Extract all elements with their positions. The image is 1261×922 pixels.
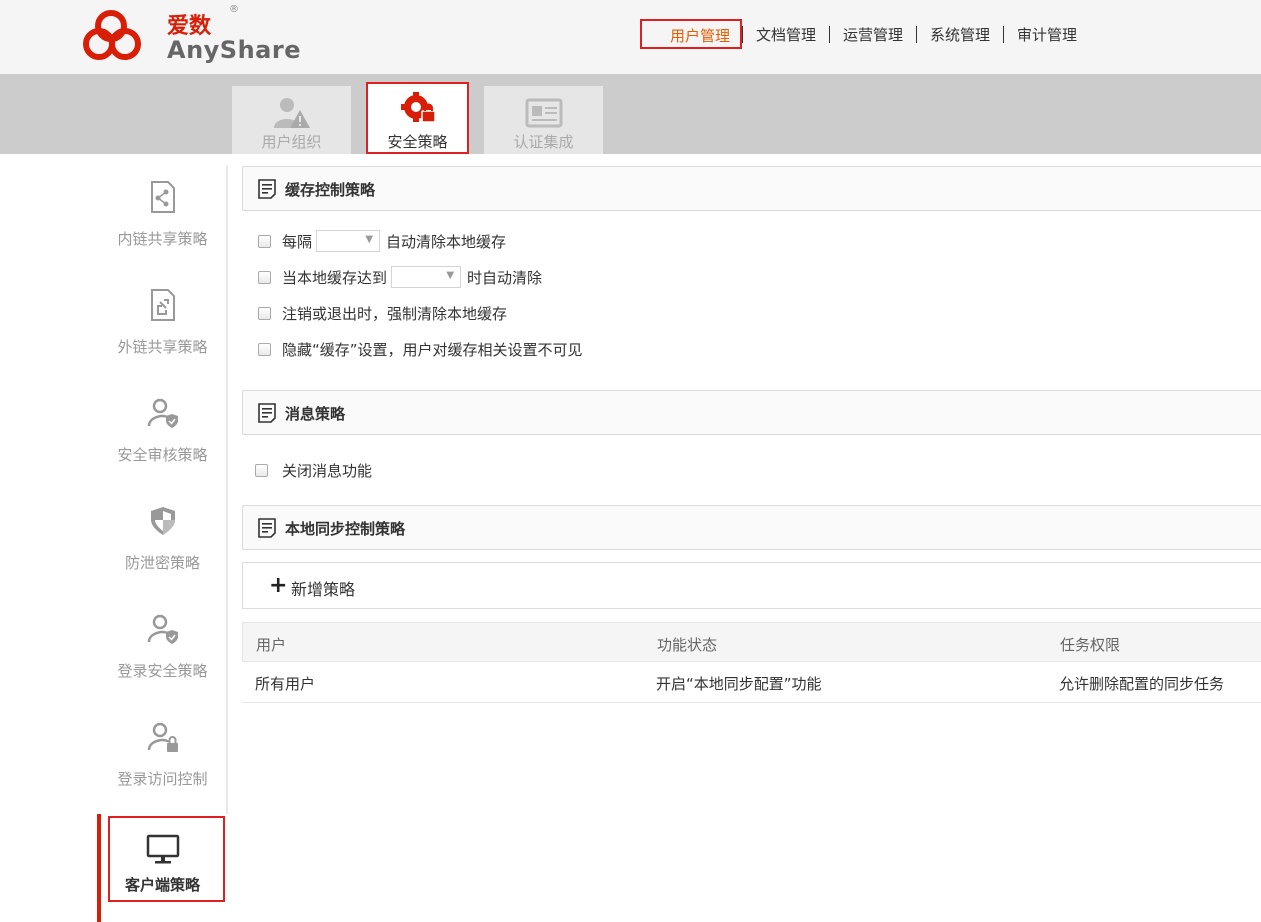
nav-audit-management[interactable]: 审计管理 xyxy=(1004,24,1090,45)
sidebar-item-leak-prevention[interactable]: 防泄密策略 xyxy=(97,490,228,598)
column-header-user: 用户 xyxy=(256,636,287,654)
option-text: 自动清除本地缓存 xyxy=(386,232,507,251)
nav-document-management[interactable]: 文档管理 xyxy=(743,24,829,45)
tab-label: 安全策略 xyxy=(387,133,448,151)
anyshare-logo[interactable]: 爱数 ® AnyShare xyxy=(83,4,300,66)
top-nav: 用户管理 文档管理 运营管理 系统管理 审计管理 xyxy=(640,19,1090,49)
section-title: 缓存控制策略 xyxy=(285,181,376,199)
tab-label: 用户组织 xyxy=(261,133,322,151)
sync-policy-table: 用户 功能状态 任务权限 所有用户 开启“本地同步配置”功能 允许删除配置的同步… xyxy=(242,622,1261,703)
sidebar-item-label: 防泄密策略 xyxy=(124,554,200,572)
left-sidebar: 内链共享策略 外链共享策略 安全审核策略 防泄密策略 登录安全策略 登录访问控制… xyxy=(97,166,228,922)
tab-auth-integration[interactable]: 认证集成 xyxy=(484,86,603,154)
sidebar-item-label: 安全审核策略 xyxy=(117,446,208,464)
nav-user-management[interactable]: 用户管理 xyxy=(640,19,742,49)
monitor-icon xyxy=(146,834,180,864)
sub-tab-bar: 用户组织 安全策略 认证集成 xyxy=(0,74,1261,154)
option-text: 当本地缓存达到 xyxy=(282,268,388,287)
cache-option-hide: 隐藏“缓存”设置，用户对缓存相关设置不可见 xyxy=(258,337,583,361)
id-card-icon xyxy=(525,98,563,128)
section-title: 本地同步控制策略 xyxy=(285,520,406,538)
sidebar-item-label: 登录安全策略 xyxy=(117,662,208,680)
dropdown-arrow-icon: ▼ xyxy=(365,234,374,245)
cache-option-interval: 每隔 ▼ 自动清除本地缓存 xyxy=(258,229,506,253)
table-row[interactable]: 所有用户 开启“本地同步配置”功能 允许删除配置的同步任务 xyxy=(242,662,1261,703)
checkbox[interactable] xyxy=(258,234,271,248)
sidebar-item-label: 客户端策略 xyxy=(124,876,200,894)
option-text: 时自动清除 xyxy=(467,268,543,287)
sidebar-item-label: 外链共享策略 xyxy=(117,338,208,356)
message-policy-header: 消息策略 xyxy=(242,390,1261,435)
logo-text-en: AnyShare xyxy=(167,36,301,64)
option-text: 隐藏“缓存”设置，用户对缓存相关设置不可见 xyxy=(282,340,583,359)
column-header-status: 功能状态 xyxy=(657,636,718,654)
plus-icon: + xyxy=(269,573,288,598)
sidebar-item-login-access-control[interactable]: 登录访问控制 xyxy=(97,706,228,814)
cell-status: 开启“本地同步配置”功能 xyxy=(656,675,822,693)
tab-user-organization[interactable]: 用户组织 xyxy=(232,86,351,154)
sidebar-item-label: 登录访问控制 xyxy=(117,770,208,788)
cell-user: 所有用户 xyxy=(255,675,316,693)
checkbox[interactable] xyxy=(258,306,271,320)
tab-label: 认证集成 xyxy=(513,133,574,151)
column-header-permission: 任务权限 xyxy=(1060,636,1121,654)
checkbox[interactable] xyxy=(258,270,271,284)
registered-mark: ® xyxy=(229,4,239,15)
add-policy-label: 新增策略 xyxy=(291,580,356,599)
sidebar-item-internal-share[interactable]: 内链共享策略 xyxy=(97,166,228,274)
cache-policy-header: 缓存控制策略 xyxy=(242,166,1261,211)
top-header: 爱数 ® AnyShare 用户管理 文档管理 运营管理 系统管理 审计管理 xyxy=(0,0,1261,74)
document-list-icon xyxy=(258,179,276,199)
sidebar-item-security-audit[interactable]: 安全审核策略 xyxy=(97,382,228,490)
logo-mark-icon xyxy=(83,10,141,60)
main-content: 缓存控制策略 每隔 ▼ 自动清除本地缓存 当本地缓存达到 ▼ 时自动清除 注销或… xyxy=(242,166,1261,906)
cache-option-logout: 注销或退出时，强制清除本地缓存 xyxy=(258,301,507,325)
gear-lock-icon xyxy=(401,92,436,123)
document-list-icon xyxy=(258,403,276,423)
sidebar-item-label: 内链共享策略 xyxy=(117,230,208,248)
nav-system-management[interactable]: 系统管理 xyxy=(917,24,1003,45)
checkbox[interactable] xyxy=(255,463,268,477)
cell-permission: 允许删除配置的同步任务 xyxy=(1059,675,1225,693)
sidebar-item-login-security[interactable]: 登录安全策略 xyxy=(97,598,228,706)
checkbox[interactable] xyxy=(258,342,271,356)
user-warning-icon xyxy=(274,98,310,128)
message-option-disable: 关闭消息功能 xyxy=(255,458,372,482)
add-policy-button[interactable]: + 新增策略 xyxy=(242,562,1261,609)
document-list-icon xyxy=(258,518,276,538)
user-shield-icon xyxy=(147,614,178,644)
user-lock-icon xyxy=(147,722,178,752)
cache-size-select[interactable]: ▼ xyxy=(391,266,462,288)
dropdown-arrow-icon: ▼ xyxy=(446,270,455,281)
option-text: 关闭消息功能 xyxy=(282,461,373,480)
option-text: 每隔 xyxy=(282,232,313,251)
sidebar-item-external-share[interactable]: 外链共享策略 xyxy=(97,274,228,382)
internal-share-icon xyxy=(151,181,175,213)
tab-security-policy[interactable]: 安全策略 xyxy=(366,82,469,154)
external-share-icon xyxy=(151,289,175,321)
sync-policy-header: 本地同步控制策略 xyxy=(242,505,1261,550)
option-text: 注销或退出时，强制清除本地缓存 xyxy=(282,304,508,323)
cache-option-size: 当本地缓存达到 ▼ 时自动清除 xyxy=(258,265,542,289)
shield-icon xyxy=(151,507,175,535)
nav-operation-management[interactable]: 运营管理 xyxy=(830,24,916,45)
table-header: 用户 功能状态 任务权限 xyxy=(242,622,1261,662)
user-shield-icon xyxy=(147,398,178,428)
section-title: 消息策略 xyxy=(285,405,346,423)
interval-select[interactable]: ▼ xyxy=(316,230,381,252)
